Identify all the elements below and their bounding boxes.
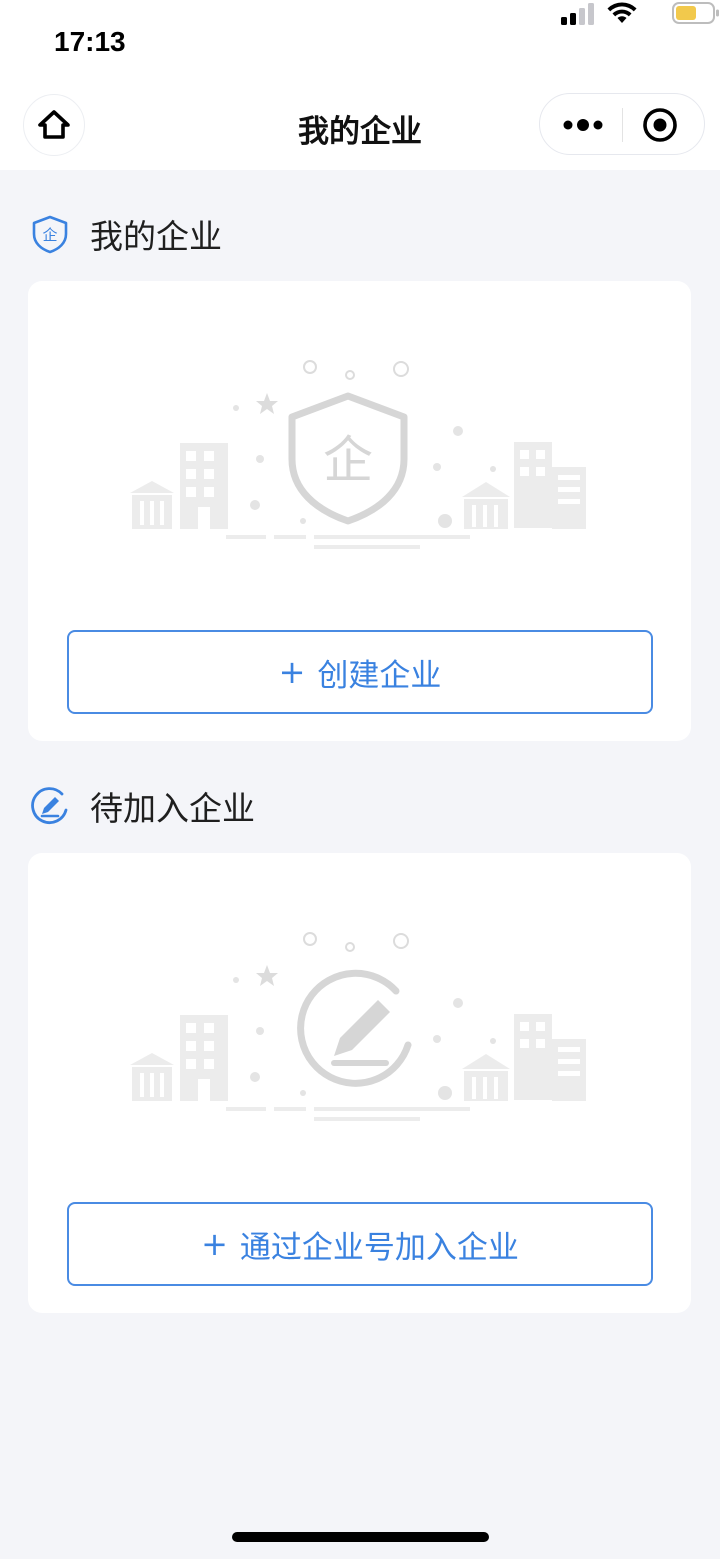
section-header-pending-companies: 待加入企业 <box>30 784 255 828</box>
svg-text:企: 企 <box>42 226 57 244</box>
home-indicator[interactable] <box>232 1532 489 1542</box>
create-company-label: 创建企业 <box>317 657 442 694</box>
section-title: 我的企业 <box>90 217 222 256</box>
empty-enterprise-illustration: 企 <box>130 360 586 549</box>
edit-circle-icon <box>31 787 68 824</box>
cellular-signal-icon <box>561 3 594 25</box>
more-button[interactable] <box>560 109 606 141</box>
svg-text:企: 企 <box>323 431 373 489</box>
mini-program-capsule <box>539 93 705 155</box>
plus-icon: + <box>201 1225 228 1263</box>
create-company-button[interactable]: + 创建企业 <box>67 630 653 714</box>
section-header-my-companies: 企 我的企业 <box>30 212 222 256</box>
status-bar: 17:13 <box>0 0 720 88</box>
pending-companies-card: + 通过企业号加入企业 <box>28 853 691 1313</box>
navigation-bar: 我的企业 <box>0 88 720 170</box>
wifi-icon <box>607 2 637 23</box>
join-company-label: 通过企业号加入企业 <box>239 1229 519 1266</box>
capsule-divider <box>622 108 623 142</box>
more-dots-icon <box>563 119 603 131</box>
battery-icon <box>672 2 719 24</box>
join-company-by-id-button[interactable]: + 通过企业号加入企业 <box>67 1202 653 1286</box>
shield-enterprise-icon: 企 <box>32 215 68 254</box>
status-time: 17:13 <box>54 26 126 57</box>
section-title: 待加入企业 <box>90 789 255 828</box>
my-companies-card: 企 + 创建企业 <box>28 281 691 741</box>
target-close-icon[interactable] <box>642 107 678 143</box>
empty-pending-illustration <box>130 932 586 1121</box>
plus-icon: + <box>278 653 306 691</box>
